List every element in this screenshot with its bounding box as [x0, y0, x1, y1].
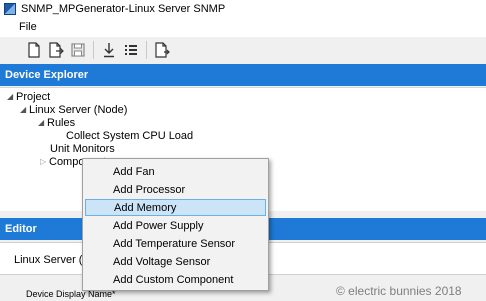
menu-item-add-fan[interactable]: Add Fan — [85, 163, 266, 180]
menu-item-add-memory[interactable]: Add Memory — [85, 199, 266, 216]
new-document-button[interactable] — [24, 40, 44, 60]
menu-item-add-power-supply[interactable]: Add Power Supply — [85, 217, 266, 234]
tree-node-rules[interactable]: ◢ Rules — [38, 116, 75, 129]
collapsed-arrow-icon[interactable]: ▷ — [40, 157, 49, 166]
save-icon — [71, 43, 85, 57]
tree-node-unit-monitors[interactable]: Unit Monitors — [50, 142, 115, 155]
save-button[interactable] — [68, 40, 88, 60]
menu-item-add-voltage-sensor[interactable]: Add Voltage Sensor — [85, 253, 266, 270]
download-icon — [104, 43, 114, 58]
export-document-button[interactable] — [46, 40, 66, 60]
toolbar-separator — [146, 41, 147, 59]
device-explorer-header: Device Explorer — [0, 64, 486, 86]
app-icon — [4, 2, 16, 15]
menu-item-add-processor[interactable]: Add Processor — [85, 181, 266, 198]
toolbar — [0, 37, 486, 63]
generate-document-button[interactable] — [152, 40, 172, 60]
title-bar: SNMP_MPGenerator-Linux Server SNMP — [0, 0, 486, 17]
download-button[interactable] — [99, 40, 119, 60]
editor-title: Editor — [5, 223, 37, 235]
expanded-arrow-icon[interactable]: ◢ — [7, 92, 16, 101]
toolbar-separator — [93, 41, 94, 59]
menu-item-add-temperature-sensor[interactable]: Add Temperature Sensor — [85, 235, 266, 252]
new-document-icon — [28, 42, 40, 58]
context-menu: Add Fan Add Processor Add Memory Add Pow… — [82, 158, 269, 291]
menu-file[interactable]: File — [15, 19, 41, 35]
generate-document-icon — [155, 42, 170, 58]
window-title: SNMP_MPGenerator-Linux Server SNMP — [21, 2, 226, 15]
list-button[interactable] — [121, 40, 141, 60]
menu-bar: File — [0, 17, 486, 37]
list-icon — [125, 45, 137, 55]
watermark: © electric bunnies 2018 — [336, 284, 462, 298]
expanded-arrow-icon[interactable]: ◢ — [38, 118, 47, 127]
tree-node-collect-cpu-load[interactable]: Collect System CPU Load — [66, 129, 193, 142]
expanded-arrow-icon[interactable]: ◢ — [20, 105, 29, 114]
device-explorer-title: Device Explorer — [5, 69, 89, 81]
tree-node-linux-server[interactable]: ◢ Linux Server (Node) — [20, 103, 127, 116]
tree-node-project[interactable]: ◢ Project — [7, 90, 50, 103]
menu-item-add-custom-component[interactable]: Add Custom Component — [85, 271, 266, 288]
export-document-icon — [49, 42, 64, 58]
